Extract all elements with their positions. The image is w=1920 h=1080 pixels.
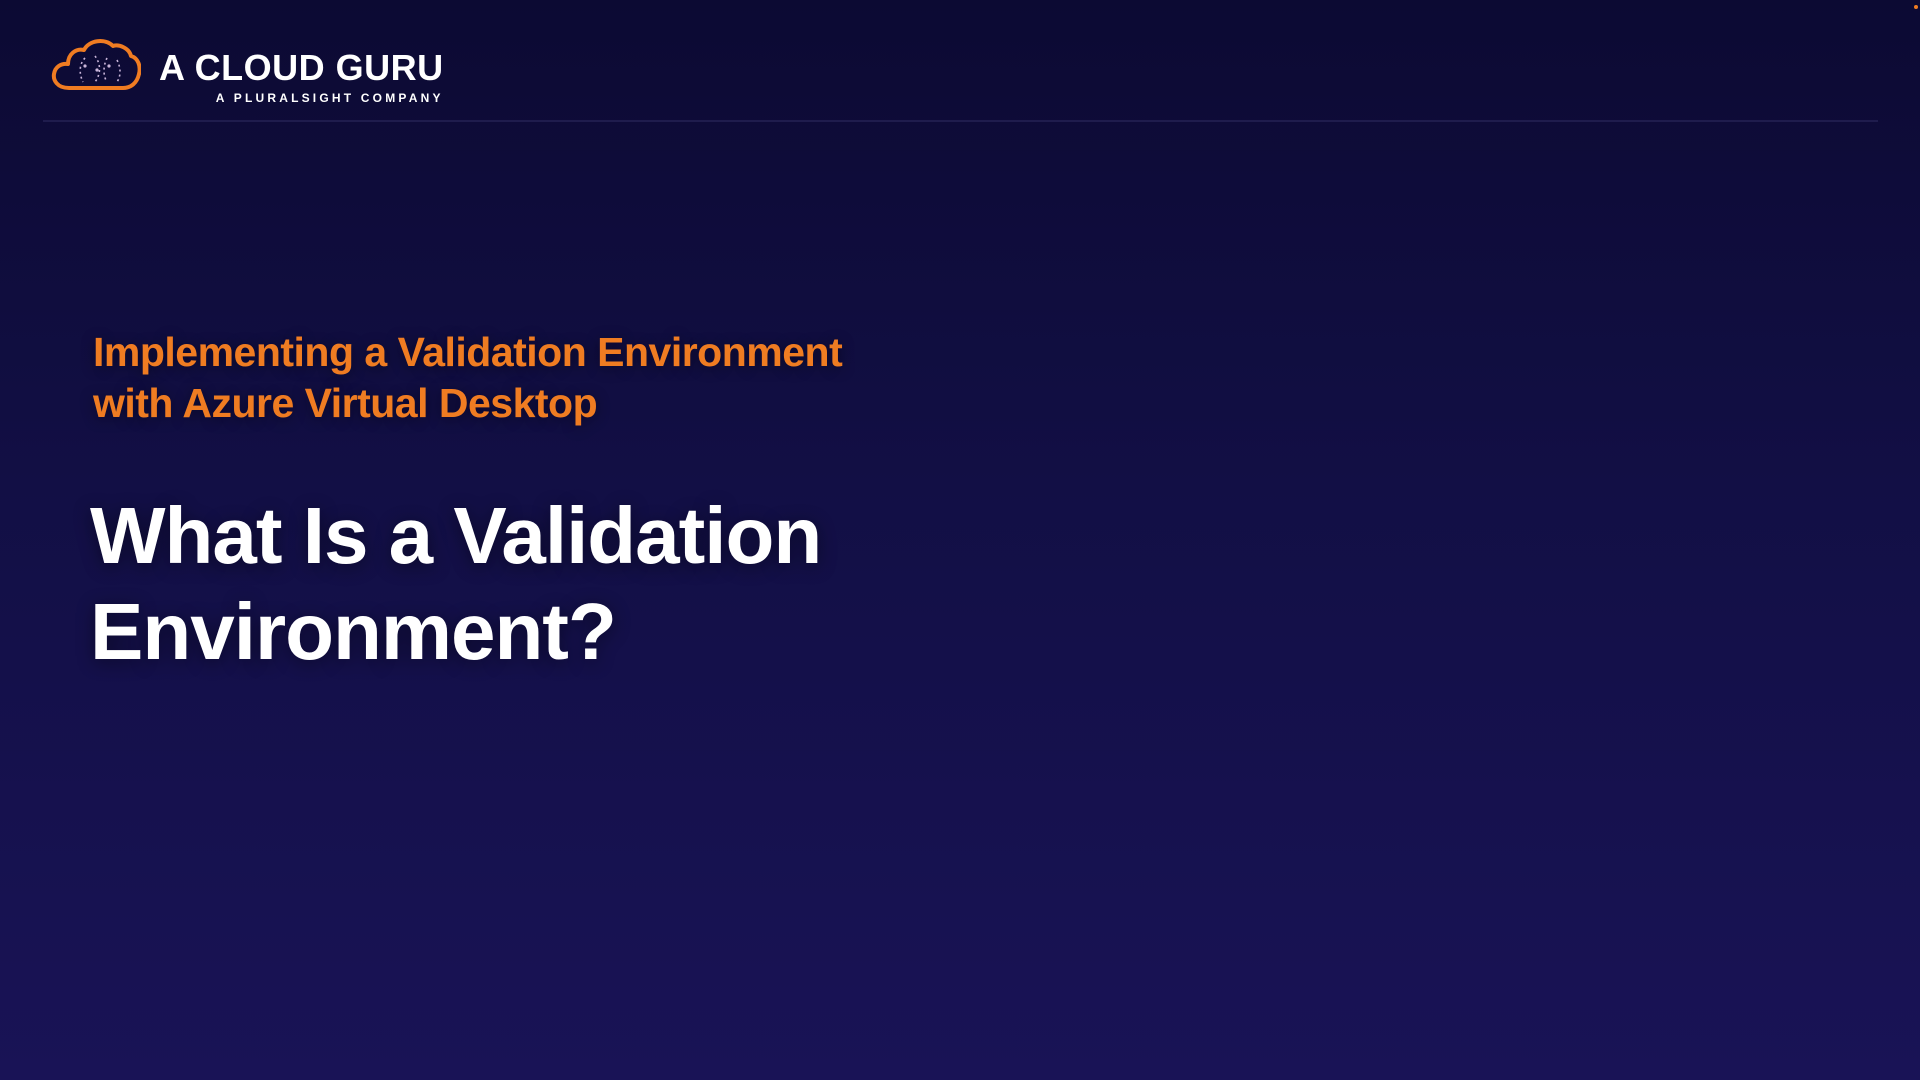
brand-tagline: A PLURALSIGHT COMPANY (215, 91, 444, 105)
cloud-logo-icon (51, 39, 141, 90)
logo-text: A CLOUD GURU A PLURALSIGHT COMPANY (159, 47, 444, 105)
corner-dot (1914, 5, 1918, 9)
lesson-title-line: What Is a Validation (90, 491, 822, 580)
course-title-line: with Azure Virtual Desktop (93, 380, 598, 426)
header-bar: A CLOUD GURU A PLURALSIGHT COMPANY (43, 30, 1878, 122)
brand-name: A CLOUD GURU (159, 47, 444, 88)
lesson-title-line: Environment? (90, 587, 617, 676)
course-title-line: Implementing a Validation Environment (93, 329, 843, 375)
course-title: Implementing a Validation Environment wi… (93, 327, 953, 429)
brand-logo: A CLOUD GURU A PLURALSIGHT COMPANY (49, 36, 444, 104)
lesson-title: What Is a Validation Environment? (90, 488, 990, 680)
